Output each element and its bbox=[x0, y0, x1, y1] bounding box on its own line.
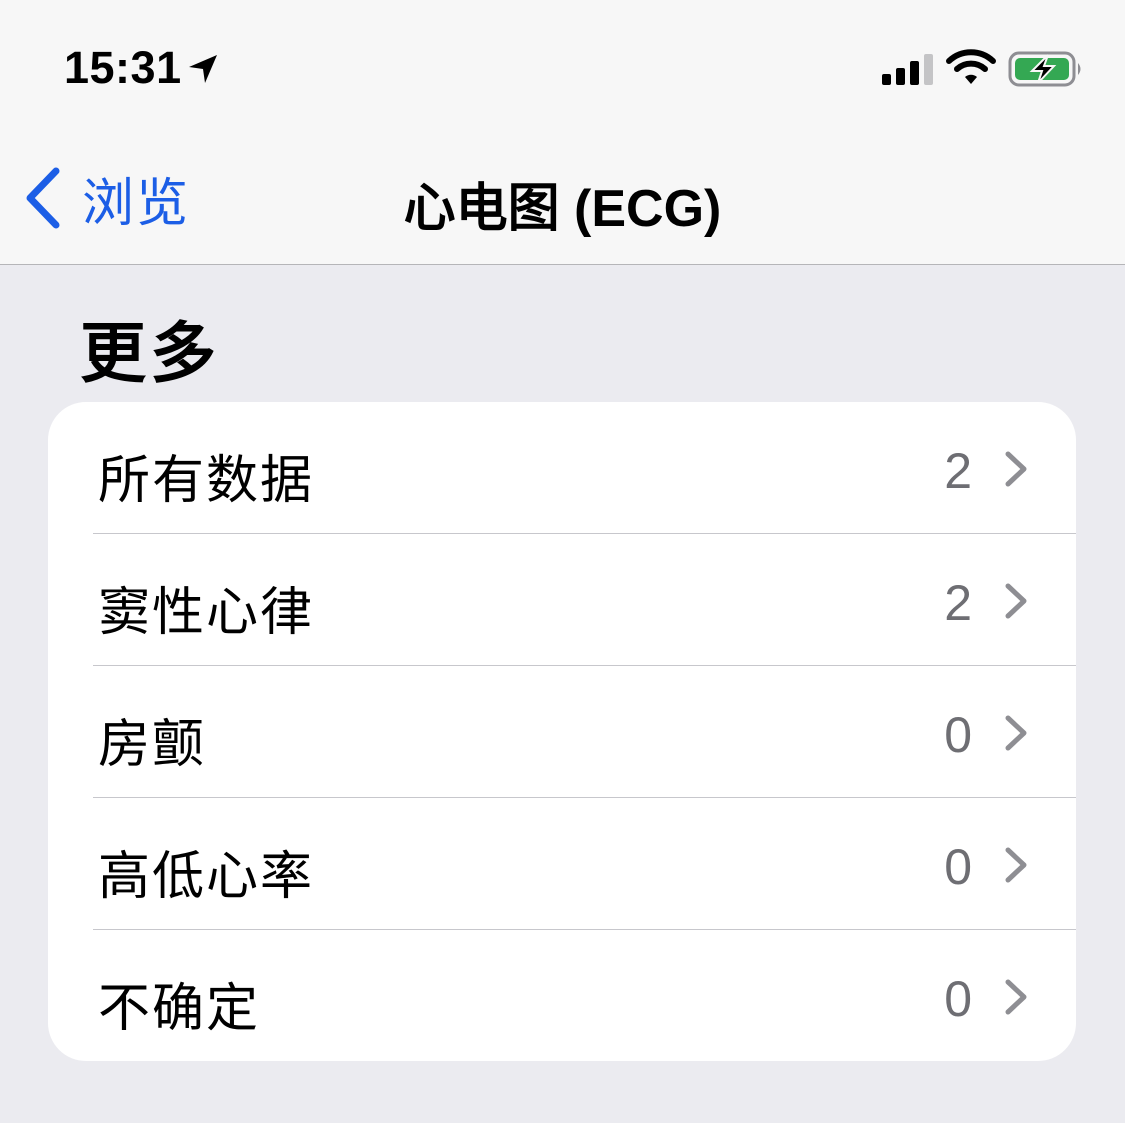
list-row-all-data[interactable]: 所有数据 2 bbox=[48, 402, 1076, 534]
location-arrow-icon bbox=[189, 55, 217, 83]
chevron-right-icon bbox=[1005, 979, 1027, 1015]
row-label: 所有数据 bbox=[98, 451, 315, 511]
page-title: 心电图 (ECG) bbox=[403, 180, 722, 238]
section-header: 更多 bbox=[80, 315, 220, 392]
chevron-right-icon bbox=[1005, 715, 1027, 751]
row-label: 房颤 bbox=[98, 715, 207, 775]
row-count: 0 bbox=[944, 707, 972, 763]
list-row-sinus-rhythm[interactable]: 窦性心律 2 bbox=[48, 534, 1076, 666]
back-button[interactable]: 浏览 bbox=[22, 160, 190, 236]
chevron-right-icon bbox=[1005, 451, 1027, 487]
ecg-category-list: 所有数据 2 窦性心律 2 房颤 0 高低心率 0 不确定 0 bbox=[48, 402, 1076, 1061]
cellular-signal-icon bbox=[882, 54, 933, 85]
status-time: 15:31 bbox=[64, 42, 182, 93]
list-row-high-low-heart-rate[interactable]: 高低心率 0 bbox=[48, 798, 1076, 930]
chevron-left-icon bbox=[26, 167, 60, 229]
chevron-right-icon bbox=[1005, 583, 1027, 619]
row-label: 高低心率 bbox=[98, 847, 315, 907]
chevron-right-icon bbox=[1005, 847, 1027, 883]
back-button-label: 浏览 bbox=[82, 173, 191, 234]
row-label: 窦性心律 bbox=[98, 583, 315, 643]
row-count: 2 bbox=[944, 443, 972, 499]
wifi-icon bbox=[946, 49, 996, 84]
row-count: 0 bbox=[944, 971, 972, 1027]
list-row-inconclusive[interactable]: 不确定 0 bbox=[48, 930, 1076, 1061]
battery-charging-icon bbox=[1008, 51, 1081, 87]
row-count: 2 bbox=[944, 575, 972, 631]
top-bar: 15:31 浏览 心电图 (ECG) bbox=[0, 0, 1125, 265]
row-count: 0 bbox=[944, 839, 972, 895]
row-label: 不确定 bbox=[98, 979, 261, 1039]
list-row-atrial-fibrillation[interactable]: 房颤 0 bbox=[48, 666, 1076, 798]
